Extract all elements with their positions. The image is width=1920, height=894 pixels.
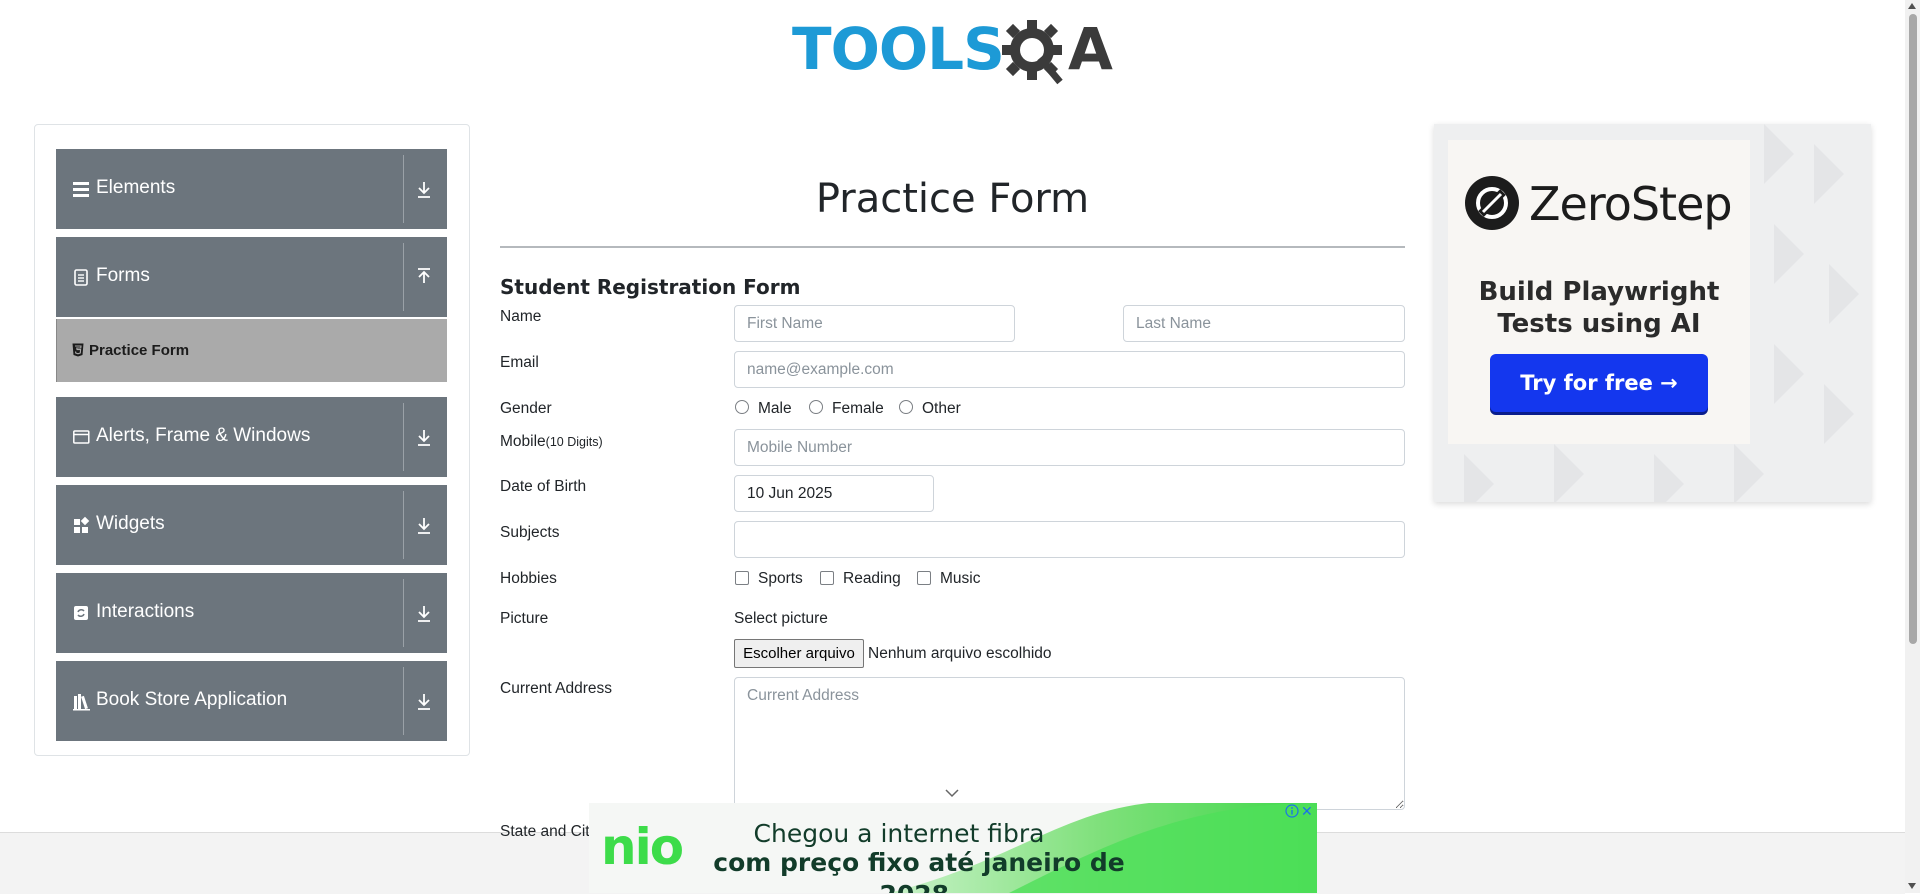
sidebar-group-alerts-frame-windows[interactable]: Alerts, Frame & Windows [56,397,447,477]
subjects-label: Subjects [500,524,560,541]
date-of-birth-input[interactable] [734,475,934,512]
mobile-label-text: Mobile [500,433,546,450]
interactions-icon [74,606,88,620]
ad-headline: Chegou a internet fibra [753,819,1045,848]
state-city-label: State and City [500,823,598,840]
ad-brand-name: ZeroStep [1529,177,1733,231]
sidebar-group-widgets[interactable]: Widgets [56,485,447,565]
ad-subtitle: Build Playwright Tests using AI [1448,276,1750,340]
sidebar-group-label: Interactions [96,601,195,622]
sidebar-group-label: Forms [96,265,150,286]
mobile-input[interactable] [734,429,1405,466]
gender-radio-other[interactable] [899,400,913,414]
sidebar-item-practice-form[interactable]: Practice Form [56,319,447,382]
gender-option-label[interactable]: Female [832,399,884,419]
ad-card: ZeroStep Build Playwright Tests using AI… [1448,140,1750,444]
sidebar-group-book-store-application[interactable]: Book Store Application [56,661,447,741]
divider [403,667,404,735]
chevron-down-icon [945,789,959,798]
current-address-textarea[interactable] [734,677,1405,810]
vertical-scrollbar[interactable] [1905,0,1920,893]
download-arrow-icon [418,518,430,534]
adchoices-info-icon[interactable] [1285,804,1299,818]
sidebar-group-label: Widgets [96,513,165,534]
page-title: Practice Form [815,176,1090,222]
zerostep-logo-icon [1465,176,1519,230]
gear-icon [1002,20,1063,85]
choose-file-button[interactable]: Escolher arquivo [734,639,864,668]
divider [403,155,404,223]
gender-radio-male[interactable] [735,400,749,414]
zerostep-mark-icon [1476,187,1508,219]
sidebar-group-forms[interactable]: Forms [56,237,447,317]
download-arrow-icon [418,430,430,446]
dob-label: Date of Birth [500,478,587,495]
current-address-label: Current Address [500,680,612,697]
gender-label: Gender [500,400,552,417]
form-section-title: Student Registration Form [500,275,801,299]
sidebar-item-label: Practice Form [89,342,190,359]
divider [403,403,404,471]
sidebar-group-interactions[interactable]: Interactions [56,573,447,653]
sidebar-group-elements[interactable]: Elements [56,149,447,229]
email-input[interactable] [734,351,1405,388]
hobby-option-label[interactable]: Reading [843,569,901,589]
logo-text-a: A [1068,15,1113,83]
divider [403,491,404,559]
download-arrow-icon [418,606,430,622]
html5-icon [72,343,84,357]
widgets-icon [74,516,90,533]
toolsqa-logo[interactable]: TOOLS A [792,14,1116,94]
gender-radio-female[interactable] [809,400,823,414]
hobbies-label: Hobbies [500,570,557,587]
email-label: Email [500,354,539,371]
nio-logo: nio [601,818,684,876]
gender-option-label[interactable]: Male [758,399,792,419]
logo-text-tools: TOOLS [792,15,1005,83]
last-name-input[interactable] [1123,305,1405,342]
title-divider [500,246,1405,248]
document-icon [74,269,88,286]
scroll-down-arrow-icon[interactable] [1908,883,1916,889]
ad-subheadline: com preço fixo até janeiro de 2028. [713,848,1125,893]
zerostep-ad[interactable]: ZeroStep Build Playwright Tests using AI… [1434,124,1871,502]
file-status-text: Nenhum arquivo escolhido [868,645,1052,662]
divider [403,243,404,311]
sidebar-group-label: Alerts, Frame & Windows [96,425,311,446]
sidebar-group-label: Elements [96,177,176,198]
mobile-hint: (10 Digits) [545,435,603,449]
sidebar-group-label: Book Store Application [96,689,288,710]
scrollbar-thumb[interactable] [1909,14,1917,644]
gender-option-label[interactable]: Other [922,399,961,419]
divider [403,579,404,647]
hobby-checkbox-sports[interactable] [735,571,749,585]
picture-label: Picture [500,610,549,627]
ad-close-icon[interactable]: ✕ [1301,803,1315,819]
upload-arrow-icon [418,268,430,283]
download-arrow-icon [418,694,430,710]
ad-subtitle-line: Tests using AI [1497,309,1701,339]
hobby-checkbox-reading[interactable] [820,571,834,585]
hobby-checkbox-music[interactable] [917,571,931,585]
scroll-up-arrow-icon[interactable] [1908,3,1916,9]
hobby-option-label[interactable]: Sports [758,569,803,589]
select-picture-label: Select picture [734,610,828,627]
books-icon [73,694,90,711]
name-label: Name [500,308,542,325]
hamburger-icon [73,182,89,197]
try-for-free-button[interactable]: Try for free → [1490,354,1708,412]
subjects-input[interactable] [734,521,1405,558]
window-icon [73,430,90,444]
first-name-input[interactable] [734,305,1015,342]
mobile-label: Mobile(10 Digits) [500,432,603,452]
ad-subtitle-line: Build Playwright [1478,277,1720,307]
hobby-option-label[interactable]: Music [940,569,980,589]
download-arrow-icon [418,182,430,198]
sidebar: Elements Forms Practice Form Alerts, Fra… [34,124,470,756]
nio-banner-ad[interactable]: nio Chegou a internet fibra com preço fi… [589,803,1317,893]
